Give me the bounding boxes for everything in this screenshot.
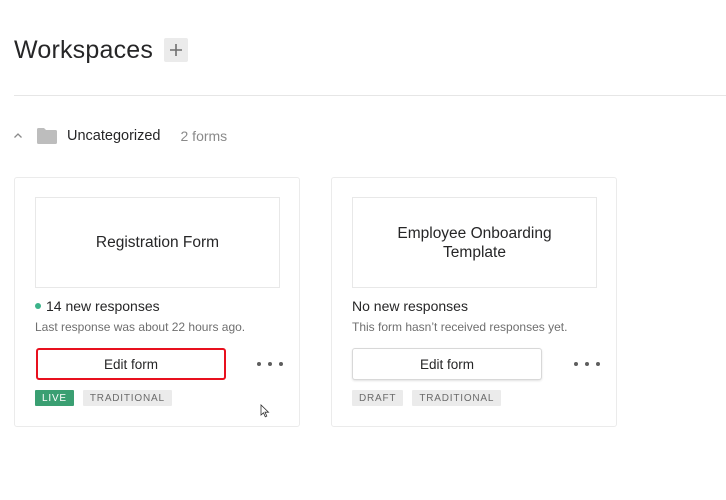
- page-header: Workspaces: [14, 34, 189, 66]
- type-badge: TRADITIONAL: [82, 390, 172, 406]
- responses-status: No new responses: [352, 298, 468, 314]
- folder-icon: [36, 127, 58, 145]
- header-divider: [14, 95, 726, 96]
- mouse-cursor-icon: [260, 404, 270, 418]
- last-response-text: Last response was about 22 hours ago.: [35, 320, 246, 334]
- form-title: Employee Onboarding Template: [397, 224, 552, 261]
- page-title: Workspaces: [14, 35, 154, 64]
- edit-form-button[interactable]: Edit form: [352, 348, 542, 380]
- last-response-text: This form hasn’t received responses yet.: [352, 320, 568, 334]
- form-title: Registration Form: [95, 234, 220, 251]
- form-preview[interactable]: Registration Form: [35, 197, 280, 288]
- status-badge: DRAFT: [352, 390, 404, 406]
- plus-icon: [170, 44, 183, 56]
- badges: DRAFT TRADITIONAL: [352, 390, 510, 406]
- add-workspace-button[interactable]: [164, 38, 189, 62]
- more-options-icon[interactable]: [257, 356, 283, 372]
- workspaces-page: Workspaces Uncategorized 2 forms Registr…: [0, 0, 726, 500]
- status-badge: LIVE: [35, 390, 74, 406]
- responses-text: 14 new responses: [46, 298, 160, 314]
- chevron-up-icon: [14, 133, 22, 138]
- responses-text: No new responses: [352, 298, 468, 314]
- folder-row: Uncategorized 2 forms: [10, 125, 227, 147]
- form-card: Registration Form 14 new responses Last …: [14, 177, 300, 427]
- badges: LIVE TRADITIONAL: [35, 390, 181, 406]
- new-responses-dot: [35, 303, 41, 309]
- responses-status: 14 new responses: [35, 298, 160, 314]
- form-preview[interactable]: Employee Onboarding Template: [352, 197, 597, 288]
- form-card: Employee Onboarding Template No new resp…: [331, 177, 617, 427]
- collapse-folder-button[interactable]: [10, 128, 26, 144]
- type-badge: TRADITIONAL: [412, 390, 502, 406]
- edit-form-button[interactable]: Edit form: [36, 348, 226, 380]
- folder-name[interactable]: Uncategorized: [67, 128, 161, 144]
- more-options-icon[interactable]: [574, 356, 600, 372]
- folder-form-count: 2 forms: [180, 128, 228, 144]
